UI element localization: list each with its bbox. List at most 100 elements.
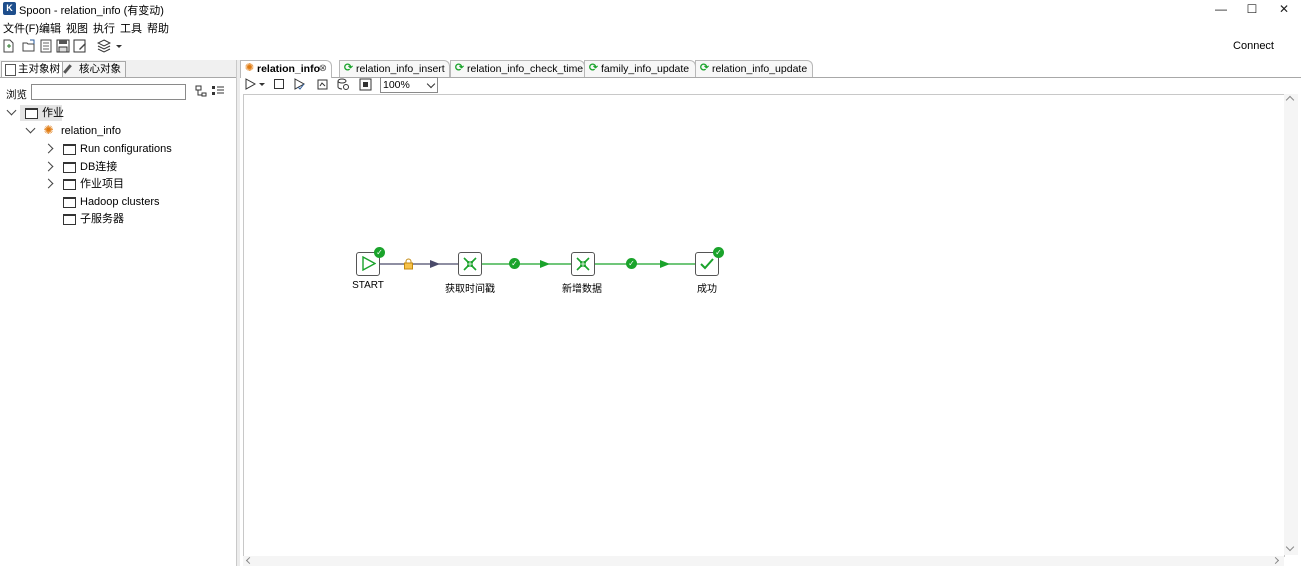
node-get-timestamp[interactable] (458, 252, 482, 276)
scroll-up-icon[interactable] (1285, 95, 1295, 105)
tab-core-objects-label: 核心对象 (79, 63, 121, 75)
editor-tabs: ✺ relation_info ⊗ ⟳ relation_info_insert… (240, 60, 1301, 78)
tree-item-job-root[interactable]: 作业 (0, 105, 230, 121)
job-icon: ✺ (244, 62, 255, 74)
chevron-right-icon[interactable] (43, 143, 54, 154)
editor-toolbar: 100% (241, 77, 1297, 93)
layers-dropdown-icon[interactable] (115, 39, 123, 53)
chevron-right-icon[interactable] (43, 161, 54, 172)
zoom-select[interactable]: 100% (380, 77, 438, 93)
maximize-icon[interactable]: ☐ (1237, 0, 1267, 18)
transformation-icon: ⟳ (454, 62, 465, 74)
tab-label: relation_info (257, 63, 321, 75)
check-icon: ✓ (509, 258, 520, 269)
tab-relation-info[interactable]: ✺ relation_info ⊗ (240, 60, 332, 78)
transformation-icon (576, 257, 590, 271)
fit-screen-icon[interactable] (359, 78, 372, 91)
expand-all-icon[interactable] (211, 85, 225, 97)
tree-item-hadoop-clusters[interactable]: Hadoop clusters (0, 194, 230, 210)
tree-item-db-connections[interactable]: DB连接 (0, 159, 230, 175)
success-badge-icon: ✓ (713, 247, 724, 258)
vertical-scrollbar[interactable] (1284, 94, 1298, 555)
tab-label: relation_info_update (712, 63, 808, 75)
chevron-down-icon[interactable] (6, 105, 17, 116)
chevron-down-icon[interactable] (426, 79, 436, 89)
left-panel-tabs: 主对象树 核心对象 (0, 60, 236, 78)
tab-relation-info-update[interactable]: ⟳ relation_info_update (695, 60, 813, 77)
search-input[interactable] (31, 84, 186, 100)
layers-icon[interactable] (97, 39, 111, 53)
transformation-icon: ⟳ (699, 62, 710, 74)
horizontal-scrollbar[interactable] (243, 556, 1284, 566)
save-as-icon[interactable] (73, 39, 87, 53)
tree-item-label: 子服务器 (80, 213, 124, 225)
panel-splitter[interactable] (237, 60, 240, 566)
tree-item-label: DB连接 (80, 161, 118, 173)
transformation-icon: ⟳ (588, 62, 599, 74)
transformation-icon (463, 257, 477, 271)
zoom-value: 100% (383, 79, 410, 91)
main-toolbar: Connect (0, 37, 1301, 57)
save-icon[interactable] (56, 39, 70, 53)
node-label: START (352, 280, 384, 291)
tab-relation-info-insert[interactable]: ⟳ relation_info_insert (339, 60, 450, 77)
stop-icon[interactable] (273, 78, 285, 90)
hop-arrow (430, 260, 440, 268)
tab-family-info-update[interactable]: ⟳ family_info_update (584, 60, 696, 77)
run-icon[interactable] (244, 78, 256, 90)
explore-icon[interactable] (39, 39, 53, 53)
success-badge-icon: ✓ (374, 247, 385, 258)
check-job-icon[interactable] (293, 78, 306, 91)
run-dropdown-icon[interactable] (258, 78, 266, 90)
tree-item-slave-servers[interactable]: 子服务器 (0, 211, 230, 227)
tab-relation-info-check-time[interactable]: ⟳ relation_info_check_time (450, 60, 585, 77)
tab-label: relation_info_insert (356, 63, 445, 75)
workflow-hops (380, 260, 695, 268)
chevron-down-icon[interactable] (25, 123, 36, 134)
menu-tools[interactable]: 工具 (120, 20, 142, 36)
collapse-all-icon[interactable] (195, 85, 207, 97)
workflow-canvas[interactable]: ✓ ✓ ✓ START 获取时间戳 新增数据 ✓ 成功 (243, 94, 1285, 557)
window-title: Spoon - relation_info (有变动) (19, 5, 164, 17)
node-insert-data[interactable] (571, 252, 595, 276)
hop-arrow (540, 260, 550, 268)
folder-icon (63, 162, 76, 173)
tree-item-label: 作业项目 (80, 178, 124, 190)
menu-file[interactable]: 文件(F) (3, 20, 39, 36)
open-icon[interactable] (22, 39, 36, 53)
browse-label: 浏览 (6, 89, 27, 101)
scroll-right-icon[interactable] (1271, 556, 1280, 565)
close-icon[interactable]: ✕ (1269, 0, 1299, 18)
database-explore-icon[interactable] (337, 78, 350, 91)
node-label: 成功 (697, 284, 717, 295)
tree-item-job-entries[interactable]: 作业项目 (0, 176, 230, 192)
tab-main-object-tree-label: 主对象树 (18, 63, 60, 75)
tab-main-object-tree[interactable]: 主对象树 (1, 61, 65, 77)
new-file-icon[interactable] (1, 39, 15, 53)
tree-item-relation-info[interactable]: ✺ relation_info (0, 123, 230, 139)
chevron-right-icon[interactable] (43, 178, 54, 189)
menu-run[interactable]: 执行 (93, 20, 115, 36)
pencil-icon (63, 64, 72, 74)
tree-item-run-configurations[interactable]: Run configurations (0, 141, 230, 157)
scroll-down-icon[interactable] (1285, 542, 1295, 552)
connect-button[interactable]: Connect (1233, 40, 1274, 52)
tab-label: relation_info_check_time (467, 63, 584, 75)
folder-icon (63, 144, 76, 155)
tab-core-objects[interactable]: 核心对象 (62, 61, 126, 77)
menu-edit[interactable]: 编辑 (39, 20, 61, 36)
tree-item-label: Hadoop clusters (80, 196, 160, 208)
minimize-icon[interactable]: — (1206, 0, 1236, 18)
menu-view[interactable]: 视图 (66, 20, 88, 36)
spoon-icon: K (3, 2, 16, 15)
replay-icon[interactable] (316, 78, 329, 91)
menu-help[interactable]: 帮助 (147, 20, 169, 36)
title-bar: K Spoon - relation_info (有变动) — ☐ ✕ (0, 0, 1301, 18)
hop-arrow (660, 260, 670, 268)
close-tab-icon[interactable]: ⊗ (319, 61, 327, 77)
scroll-left-icon[interactable] (245, 556, 254, 565)
node-label: 获取时间戳 (445, 284, 495, 295)
tab-label: family_info_update (601, 63, 690, 75)
folder-icon (63, 197, 76, 208)
tree-icon (5, 64, 16, 76)
